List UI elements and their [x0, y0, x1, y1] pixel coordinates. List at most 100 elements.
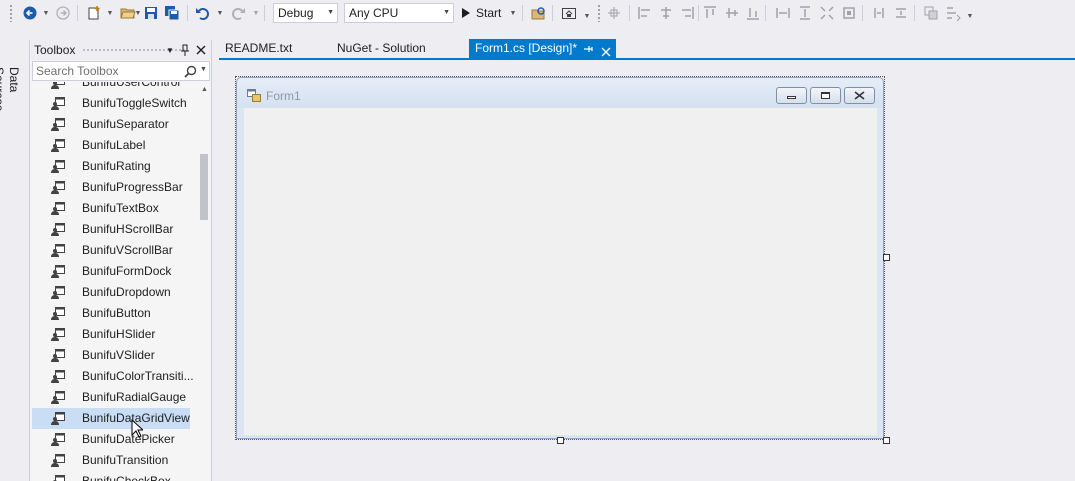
toolbox-item[interactable]: BunifuTransition	[32, 450, 190, 471]
close-icon[interactable]	[194, 42, 208, 58]
bring-to-front-icon[interactable]	[922, 4, 940, 22]
save-icon[interactable]	[142, 4, 160, 22]
mouse-cursor-icon	[131, 418, 145, 441]
toolbar-overflow-icon[interactable]: ▼	[966, 9, 974, 23]
toolbox-item-label: BunifuSeparator	[82, 117, 169, 131]
user-control-icon	[51, 139, 65, 152]
toolbox-item[interactable]: BunifuTextBox	[32, 198, 190, 219]
toolbox-item-list: BunifuUserControl BunifuToggleSwitch Bunif…	[30, 82, 200, 481]
undo-icon[interactable]	[194, 4, 212, 22]
toolbox-item[interactable]: BunifuDataGridView	[32, 408, 190, 429]
user-control-icon	[51, 82, 65, 89]
platform-combo[interactable]: Any CPU ▼	[344, 3, 454, 23]
scrollbar-thumb[interactable]	[200, 154, 208, 220]
pin-icon[interactable]	[178, 42, 192, 58]
toolbar-separator	[698, 5, 699, 21]
align-rights-icon[interactable]	[678, 4, 696, 22]
scroll-up-arrow-icon[interactable]: ▲	[199, 86, 210, 96]
form-designer-surface[interactable]: Form1	[219, 60, 1075, 481]
window-position-dropdown-icon[interactable]: ▼	[163, 42, 177, 58]
align-lefts-icon[interactable]	[636, 4, 654, 22]
search-icon[interactable]	[184, 65, 197, 81]
find-in-files-icon[interactable]	[530, 4, 548, 22]
toolbox-item-label: BunifuHSlider	[82, 327, 156, 341]
undo-dropdown-icon[interactable]: ▼	[216, 6, 224, 20]
toolbox-item[interactable]: BunifuProgressBar	[32, 177, 190, 198]
user-control-icon	[51, 97, 65, 110]
toolbox-item[interactable]: BunifuDatePicker	[32, 429, 190, 450]
toolbox-item[interactable]: BunifuVScrollBar	[32, 240, 190, 261]
align-centers-icon[interactable]	[657, 4, 675, 22]
toolbox-item[interactable]: BunifuUserControl	[32, 82, 190, 93]
form-maximize-button[interactable]	[810, 87, 841, 104]
form-title-bar[interactable]: Form1	[237, 78, 883, 108]
toolbox-search-input[interactable]	[36, 63, 176, 79]
resize-handle-bottom-right[interactable]	[883, 437, 890, 444]
new-project-icon[interactable]	[85, 4, 103, 22]
toolbox-header: Toolbox ▼	[30, 40, 211, 60]
search-options-dropdown-icon[interactable]: ▼	[200, 66, 207, 73]
toolbox-item[interactable]: BunifuVSlider	[32, 345, 190, 366]
make-same-height-icon[interactable]	[796, 4, 814, 22]
toolbox-search-box[interactable]: ▼	[32, 61, 210, 81]
toolbox-item[interactable]: BunifuCheckBox	[32, 471, 190, 481]
start-button[interactable]: Start	[462, 4, 501, 22]
align-middles-icon[interactable]	[723, 4, 741, 22]
toolbox-scrollbar[interactable]: ▲	[199, 82, 210, 481]
horizontal-spacing-icon[interactable]	[870, 4, 888, 22]
make-same-size-icon[interactable]	[840, 4, 858, 22]
layout-dropdown-icon[interactable]: ▼	[583, 9, 591, 23]
vertical-spacing-icon[interactable]	[892, 4, 910, 22]
tab-form1-design[interactable]: Form1.cs [Design]*	[469, 39, 616, 59]
align-tops-icon[interactable]	[701, 4, 719, 22]
save-all-icon[interactable]	[163, 4, 181, 22]
size-to-grid-icon[interactable]	[818, 4, 836, 22]
navigate-forward-icon[interactable]	[54, 4, 72, 22]
form-close-button[interactable]	[844, 87, 875, 104]
data-sources-tab[interactable]: Data Sources	[0, 67, 21, 137]
toolbox-item[interactable]: BunifuHSlider	[32, 324, 190, 345]
toolbox-item-label: BunifuLabel	[82, 138, 146, 152]
user-control-icon	[51, 118, 65, 131]
back-dropdown-icon[interactable]: ▼	[42, 6, 50, 20]
align-bottoms-icon[interactable]	[744, 4, 762, 22]
toolbar-grip[interactable]	[9, 4, 13, 22]
toolbox-item[interactable]: BunifuDropdown	[32, 282, 190, 303]
make-same-width-icon[interactable]	[774, 4, 792, 22]
navigate-back-icon[interactable]	[21, 4, 39, 22]
toolbox-item[interactable]: BunifuHScrollBar	[32, 219, 190, 240]
solution-config-combo[interactable]: Debug ▼	[273, 3, 338, 23]
toolbox-item-label: BunifuButton	[82, 306, 151, 320]
toolbox-item[interactable]: BunifuButton	[32, 303, 190, 324]
new-project-dropdown-icon[interactable]: ▼	[106, 6, 114, 20]
form-client-area[interactable]	[244, 108, 877, 435]
toolbox-title: Toolbox	[34, 43, 76, 57]
redo-dropdown-icon[interactable]: ▼	[252, 6, 260, 20]
toolbox-item[interactable]: BunifuRadialGauge	[32, 387, 190, 408]
form-minimize-button[interactable]	[776, 87, 807, 104]
resize-handle-bottom[interactable]	[557, 437, 564, 444]
toolbox-item[interactable]: BunifuFormDock	[32, 261, 190, 282]
toolbox-item[interactable]: BunifuToggleSwitch	[32, 93, 190, 114]
toolbox-item[interactable]: BunifuLabel	[32, 135, 190, 156]
tab-nuget-solution[interactable]: NuGet - Solution	[331, 39, 463, 59]
toolbar-grip[interactable]	[597, 4, 601, 22]
open-file-dropdown-icon[interactable]: ▼	[134, 6, 142, 20]
form1-window[interactable]: Form1	[236, 77, 884, 439]
toolbar-separator	[552, 5, 553, 21]
toolbox-item-label: BunifuColorTransiti...	[82, 369, 194, 383]
start-dropdown-icon[interactable]: ▼	[509, 6, 517, 20]
toolbox-item[interactable]: BunifuRating	[32, 156, 190, 177]
minimize-icon	[787, 96, 796, 99]
toolbox-item[interactable]: BunifuColorTransiti...	[32, 366, 194, 387]
redo-icon[interactable]	[229, 4, 247, 22]
toolbar-separator	[77, 5, 78, 21]
toolbox-item[interactable]: BunifuSeparator	[32, 114, 190, 135]
toolbox-item-label: BunifuDropdown	[82, 285, 171, 299]
tab-order-icon[interactable]	[944, 4, 962, 22]
tab-readme[interactable]: README.txt	[219, 39, 327, 59]
align-to-grid-icon[interactable]	[605, 4, 623, 22]
resize-handle-right[interactable]	[883, 254, 890, 261]
document-tab-strip: README.txt NuGet - Solution Form1.cs [De…	[219, 39, 1075, 59]
form-layout-icon[interactable]	[560, 4, 578, 22]
